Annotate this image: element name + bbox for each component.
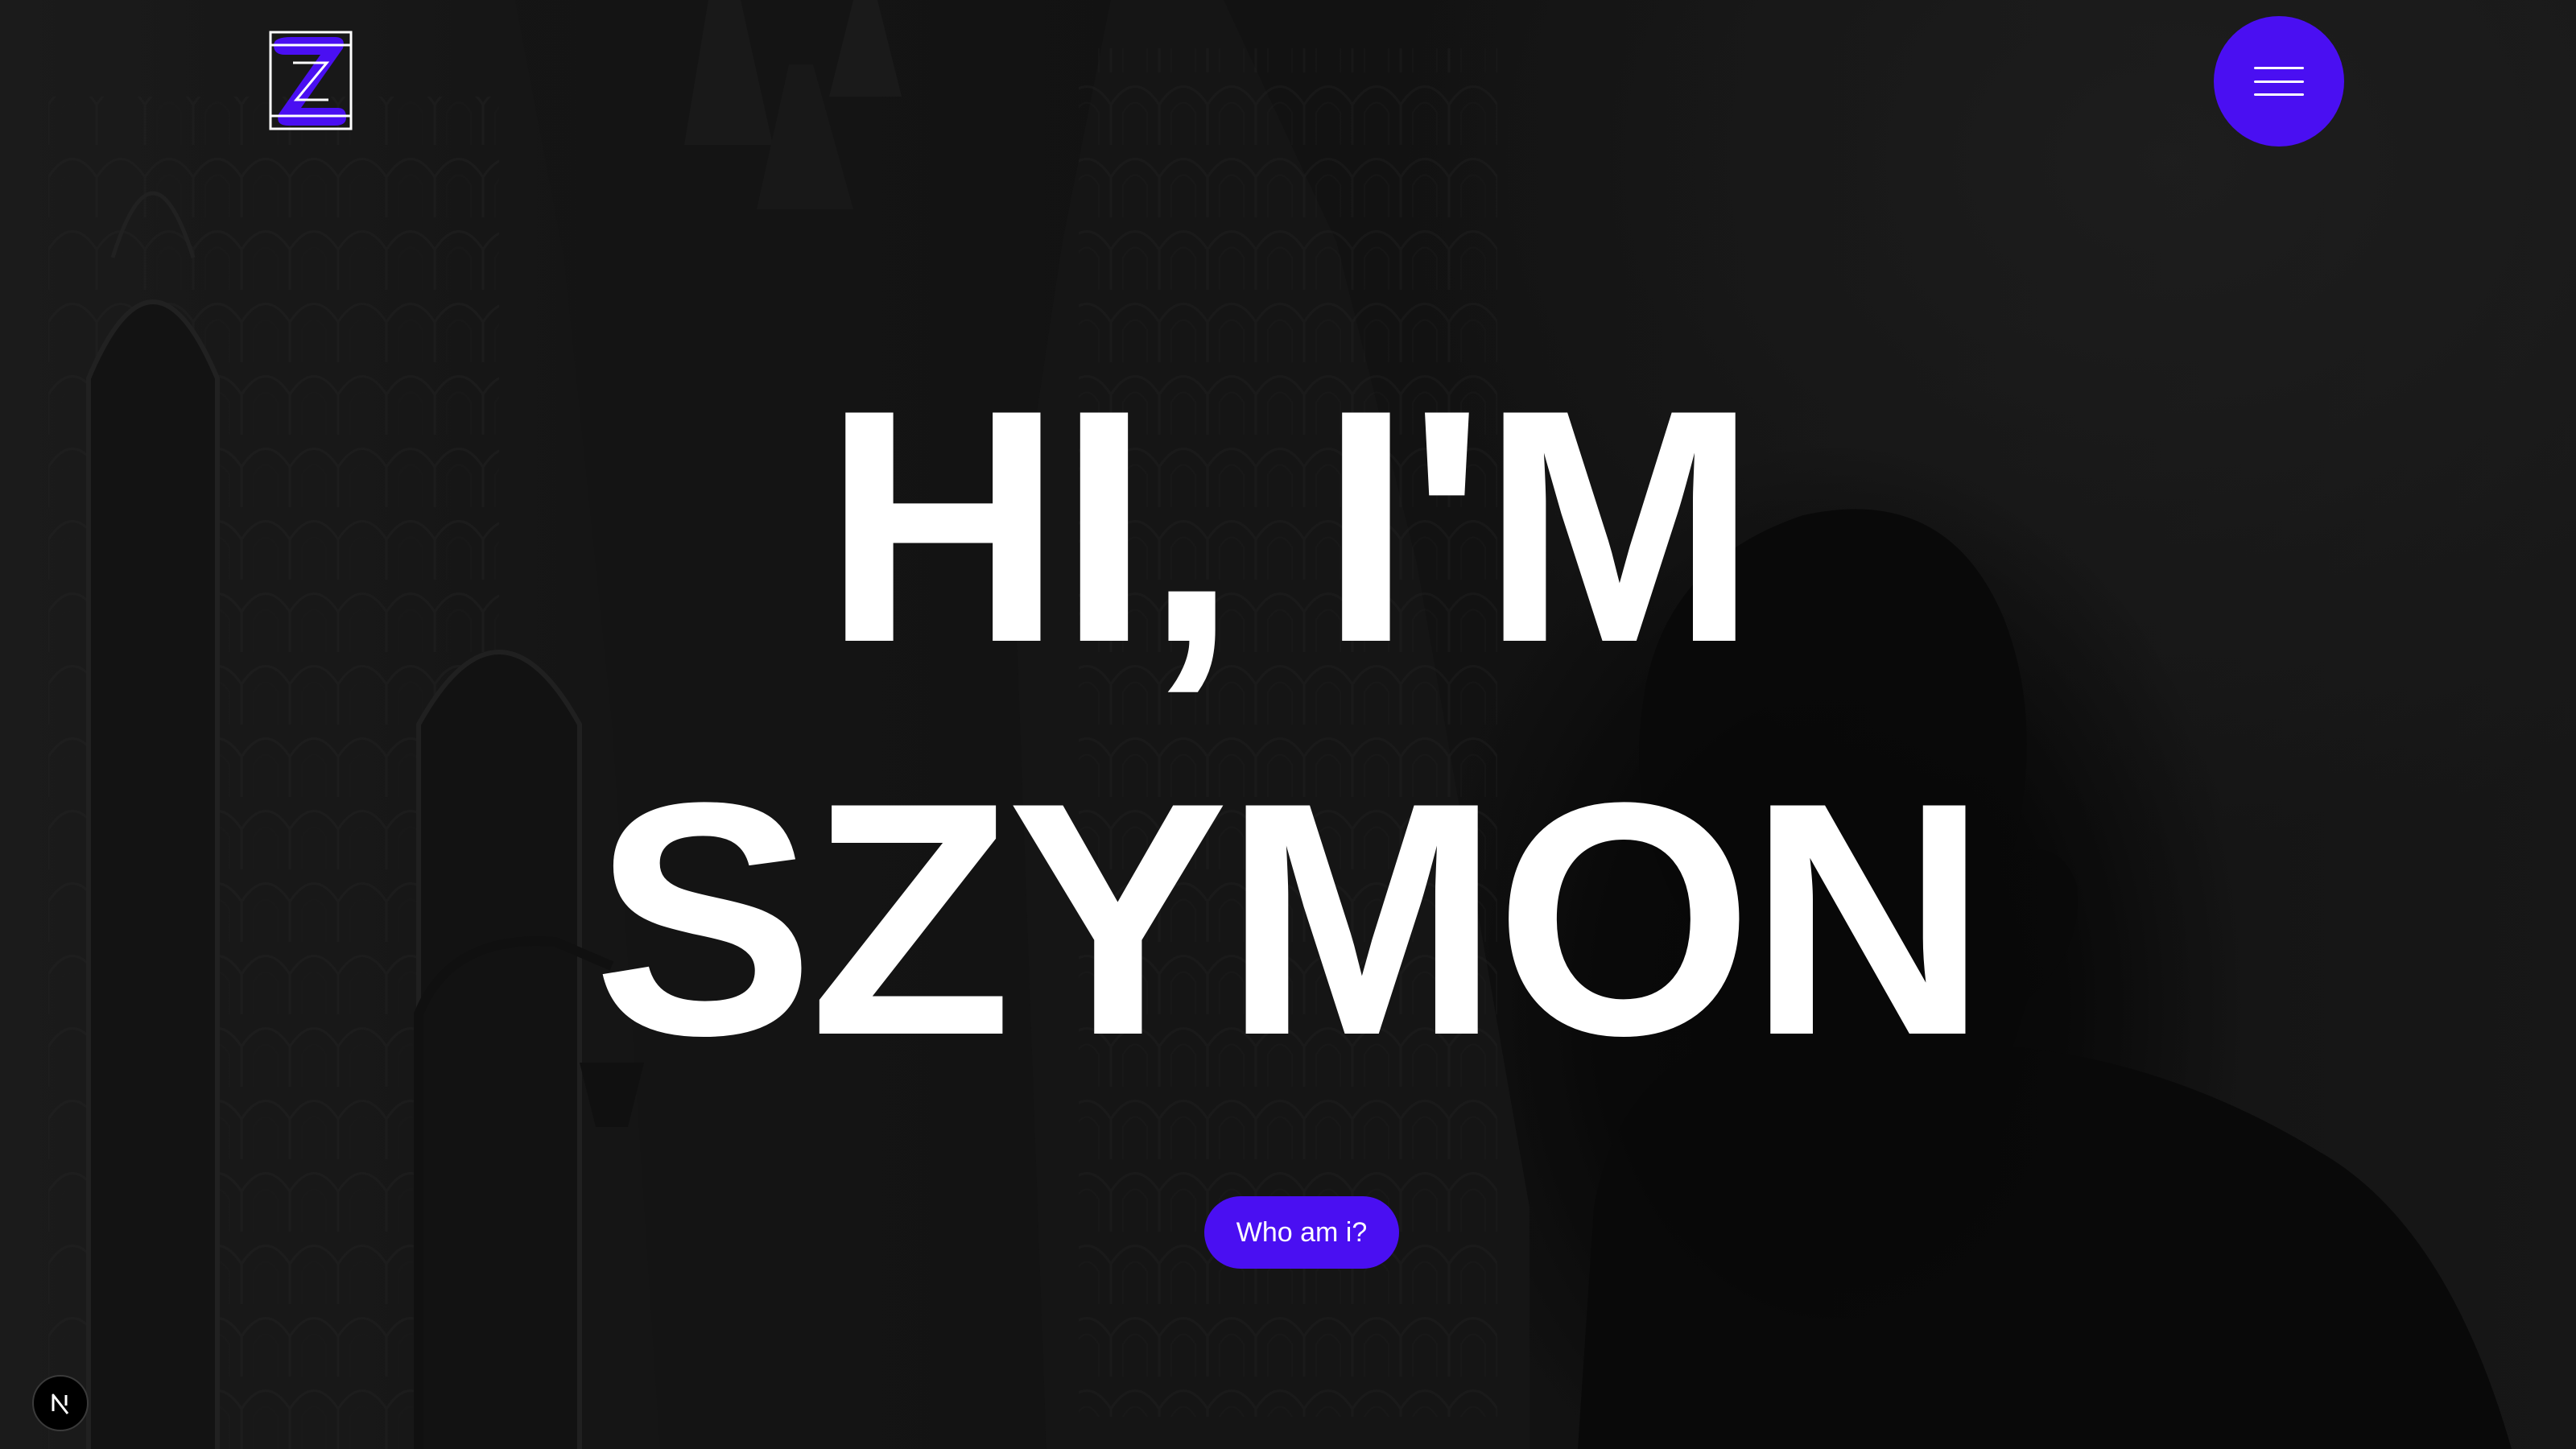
- hamburger-menu-icon: [2254, 67, 2304, 96]
- headline-line-name: SZYMON: [592, 734, 1988, 1104]
- menu-bar: [2254, 93, 2304, 96]
- headline-line-greeting: HI, I'M: [823, 341, 1758, 712]
- logo-z-icon[interactable]: [269, 31, 353, 130]
- who-am-i-button[interactable]: Who am i?: [1204, 1196, 1399, 1269]
- hero-headline: HI, I'M SZYMON: [0, 330, 2576, 1116]
- hero-section: HI, I'M SZYMON Who am i?: [0, 0, 2576, 1449]
- nextjs-n-icon: [52, 1393, 69, 1414]
- menu-bar: [2254, 80, 2304, 83]
- nextjs-dev-indicator[interactable]: [32, 1375, 89, 1431]
- menu-bar: [2254, 67, 2304, 69]
- menu-button[interactable]: [2214, 16, 2344, 147]
